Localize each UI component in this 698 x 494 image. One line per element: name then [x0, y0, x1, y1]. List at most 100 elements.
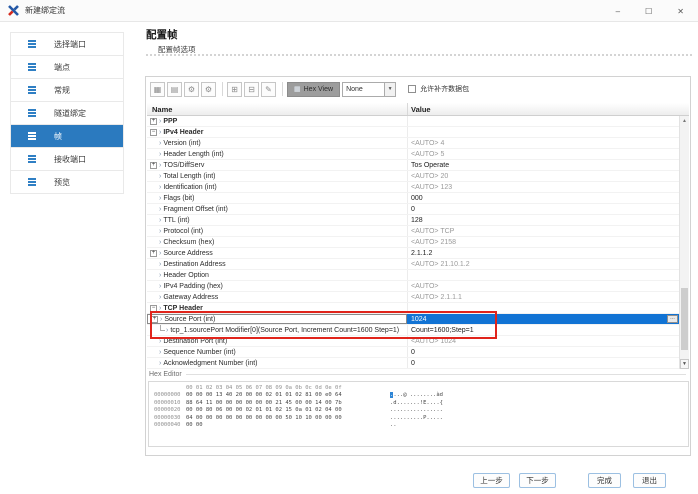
- row-value-cell[interactable]: <AUTO> 21.10.1.2: [407, 259, 679, 269]
- row-value-cell[interactable]: <AUTO> 1024: [407, 336, 679, 346]
- expand-icon[interactable]: +: [150, 250, 157, 257]
- scroll-down-icon[interactable]: ▼: [680, 359, 689, 369]
- vertical-scrollbar[interactable]: ▲ ▼: [679, 116, 689, 369]
- hex-row[interactable]: 0000000000 00 00 13 40 20 00 00 02 01 01…: [154, 392, 688, 399]
- table-row[interactable]: ›Gateway Address<AUTO> 2.1.1.1: [147, 292, 689, 303]
- collapse-icon[interactable]: −: [150, 305, 157, 312]
- row-value-cell[interactable]: <AUTO> 5: [407, 149, 679, 159]
- prev-step-button[interactable]: 上一步: [473, 473, 510, 488]
- hex-row[interactable]: 0000003004 00 00 00 00 00 00 00 00 00 50…: [154, 415, 688, 422]
- menu-lines-icon: [28, 63, 36, 70]
- expand-rows-icon[interactable]: ⊞: [227, 82, 242, 97]
- close-icon[interactable]: ✕: [677, 7, 684, 16]
- row-value-cell[interactable]: 128: [407, 215, 679, 225]
- table-row[interactable]: ›Total Length (int)<AUTO> 20: [147, 171, 689, 182]
- sidebar-item[interactable]: 帧: [11, 125, 123, 148]
- row-value-cell[interactable]: Count=1600;Step=1: [407, 325, 679, 335]
- hex-row[interactable]: 0000002000 00 80 06 00 00 02 01 01 02 15…: [154, 407, 688, 414]
- table-row[interactable]: ›tcp_1.sourcePort Modifier[0](Source Por…: [147, 325, 689, 336]
- finish-button[interactable]: 完成: [588, 473, 621, 488]
- row-value-cell[interactable]: 0: [407, 347, 679, 357]
- row-value-cell[interactable]: <AUTO> TCP: [407, 226, 679, 236]
- table-row[interactable]: ›TTL (int)128: [147, 215, 689, 226]
- hex-view-select[interactable]: None ▼: [342, 82, 396, 97]
- table-row[interactable]: −›TCP Header: [147, 303, 689, 314]
- table-row[interactable]: ›Destination Port (int)<AUTO> 1024: [147, 336, 689, 347]
- row-value-cell[interactable]: 000: [407, 193, 679, 203]
- exit-button[interactable]: 退出: [633, 473, 666, 488]
- row-value-cell[interactable]: [407, 127, 679, 137]
- expand-icon[interactable]: +: [151, 316, 158, 323]
- row-value-cell[interactable]: [407, 116, 679, 126]
- field-name: Header Length (int): [163, 151, 223, 158]
- table-row[interactable]: ›Flags (bit)000: [147, 193, 689, 204]
- next-step-button[interactable]: 下一步: [519, 473, 556, 488]
- row-name-cell: ›Header Length (int): [147, 149, 407, 159]
- chevron-down-icon[interactable]: ▼: [384, 83, 395, 96]
- table-row[interactable]: ›IPv4 Padding (hex)<AUTO>: [147, 281, 689, 292]
- row-value-cell[interactable]: 1024…: [407, 314, 679, 324]
- table-edit-icon[interactable]: ▤: [167, 82, 182, 97]
- field-name: IPv4 Padding (hex): [163, 283, 223, 290]
- column-header-value[interactable]: Value: [407, 103, 689, 115]
- hex-row[interactable]: 0000001088 64 11 00 00 00 00 00 00 21 45…: [154, 400, 688, 407]
- expand-icon[interactable]: +: [150, 162, 157, 169]
- table-row[interactable]: ›Sequence Number (int)0: [147, 347, 689, 358]
- hex-row[interactable]: 0000004000 00..: [154, 422, 688, 429]
- table-row[interactable]: +›PPP: [147, 116, 689, 127]
- scroll-up-icon[interactable]: ▲: [680, 116, 689, 126]
- pad-packet-checkbox[interactable]: [408, 85, 416, 93]
- sidebar-item[interactable]: 接收端口: [11, 148, 123, 171]
- settings-icon[interactable]: ⚙: [184, 82, 199, 97]
- column-header-name[interactable]: Name: [147, 103, 407, 115]
- row-value-cell[interactable]: 2.1.1.2: [407, 248, 679, 258]
- minimize-icon[interactable]: –: [616, 7, 620, 16]
- row-name-cell: ›Acknowledgment Number (int): [147, 358, 407, 368]
- settings-alt-icon[interactable]: ⚙: [201, 82, 216, 97]
- table-row[interactable]: +›TOS/DiffServTos Operate: [147, 160, 689, 171]
- scrollbar-thumb[interactable]: [681, 288, 688, 350]
- table-row[interactable]: +›Source Address2.1.1.2: [147, 248, 689, 259]
- table-row[interactable]: ›Version (int)<AUTO> 4: [147, 138, 689, 149]
- table-row[interactable]: ›Header Option: [147, 270, 689, 281]
- table-row[interactable]: ›Destination Address<AUTO> 21.10.1.2: [147, 259, 689, 270]
- table-row[interactable]: −›IPv4 Header: [147, 127, 689, 138]
- collapse-rows-icon[interactable]: ⊟: [244, 82, 259, 97]
- row-value-cell[interactable]: <AUTO> 4: [407, 138, 679, 148]
- row-value-cell[interactable]: [407, 303, 679, 313]
- expand-icon[interactable]: +: [150, 118, 157, 125]
- table-row[interactable]: ›Checksum (hex)<AUTO> 2158: [147, 237, 689, 248]
- hex-ascii: ................: [390, 407, 443, 414]
- sidebar-item[interactable]: 常规: [11, 79, 123, 102]
- title-bar: 新建绑定流 – ☐ ✕: [0, 0, 698, 22]
- maximize-icon[interactable]: ☐: [645, 7, 652, 16]
- sidebar-item[interactable]: 选择端口: [11, 33, 123, 56]
- toolbar: ▦▤⚙⚙ ⊞⊟✎ ▦ Hex View None ▼ 允许补齐数据包: [148, 79, 688, 99]
- hex-ascii: ..: [390, 422, 397, 429]
- table-row[interactable]: ›Identification (int)<AUTO> 123: [147, 182, 689, 193]
- collapse-icon[interactable]: −: [150, 129, 157, 136]
- sidebar-item[interactable]: 预览: [11, 171, 123, 194]
- hex-view-button[interactable]: ▦ Hex View: [287, 82, 340, 97]
- sidebar-item[interactable]: 端点: [11, 56, 123, 79]
- row-value-cell[interactable]: Tos Operate: [407, 160, 679, 170]
- edit-pencil-icon[interactable]: ✎: [261, 82, 276, 97]
- table-row[interactable]: ›Fragment Offset (int)0: [147, 204, 689, 215]
- table-row[interactable]: ›Protocol (int)<AUTO> TCP: [147, 226, 689, 237]
- hex-editor[interactable]: 00 01 02 03 04 05 06 07 08 09 0a 0b 0c 0…: [148, 381, 689, 447]
- row-value-cell[interactable]: 0: [407, 358, 679, 368]
- table-row[interactable]: +›Source Port (int)1024…: [147, 314, 689, 325]
- more-options-button[interactable]: …: [667, 315, 678, 323]
- row-value-cell[interactable]: <AUTO> 20: [407, 171, 679, 181]
- row-value-cell[interactable]: <AUTO> 123: [407, 182, 679, 192]
- row-value-cell[interactable]: [407, 270, 679, 280]
- table-row[interactable]: ›Acknowledgment Number (int)0: [147, 358, 689, 369]
- table-grid-icon[interactable]: ▦: [150, 82, 165, 97]
- row-value-cell[interactable]: 0: [407, 204, 679, 214]
- row-value-cell[interactable]: <AUTO> 2.1.1.1: [407, 292, 679, 302]
- table-row[interactable]: ›Header Length (int)<AUTO> 5: [147, 149, 689, 160]
- row-value-cell[interactable]: <AUTO> 2158: [407, 237, 679, 247]
- tree-branch-icon: [160, 325, 165, 331]
- sidebar-item[interactable]: 隧道绑定: [11, 102, 123, 125]
- row-value-cell[interactable]: <AUTO>: [407, 281, 679, 291]
